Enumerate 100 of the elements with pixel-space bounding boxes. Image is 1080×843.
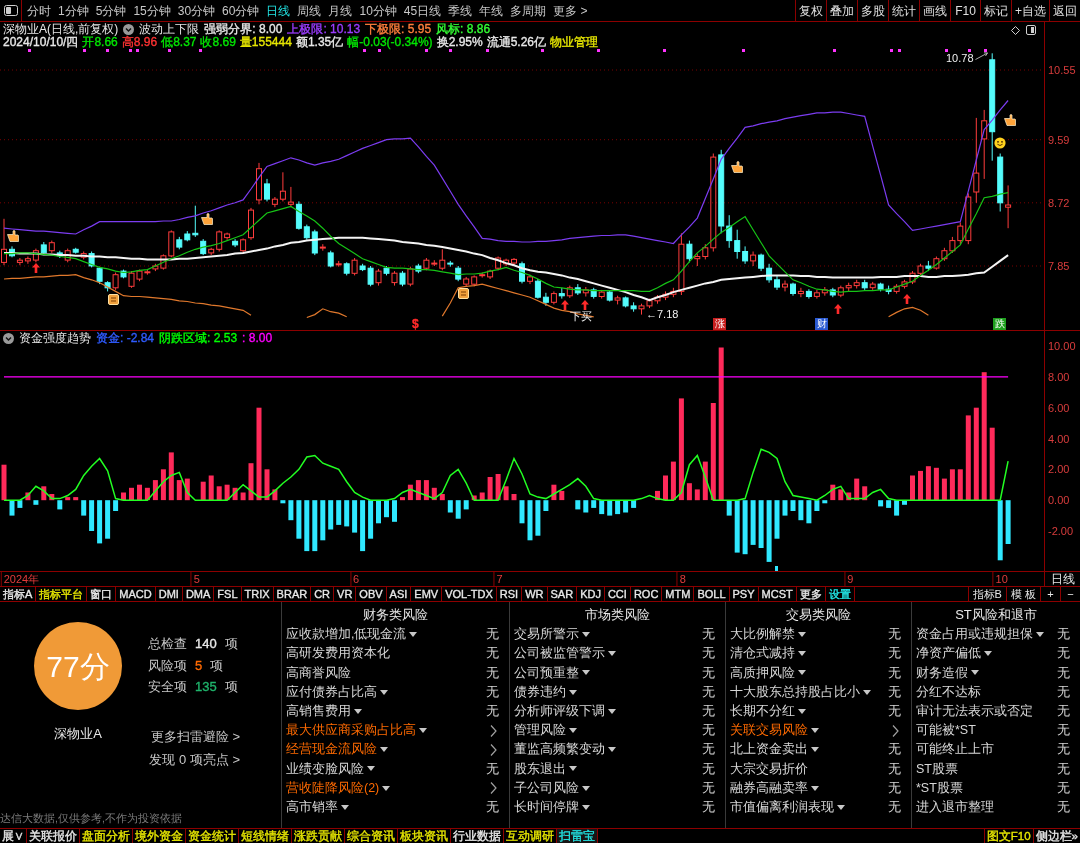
- indicator-tab[interactable]: CCI: [604, 587, 631, 601]
- risk-item-label[interactable]: 十大股东总持股占比小: [730, 682, 860, 702]
- period-tab[interactable]: 更多 >: [553, 1, 588, 20]
- risk-item-label[interactable]: 大比例解禁: [730, 625, 795, 644]
- risk-item-label[interactable]: ST股票: [916, 759, 958, 779]
- indicator-tab[interactable]: CR: [311, 587, 335, 601]
- risk-item-label[interactable]: 财务造假: [916, 663, 968, 683]
- dropdown-triangle-icon[interactable]: [582, 804, 590, 810]
- bottom-tab[interactable]: 短线情绪: [239, 829, 292, 843]
- risk-item-label[interactable]: 清仓式减持: [730, 644, 795, 664]
- risk-item-label[interactable]: 董监高频繁变动: [514, 740, 605, 760]
- dropdown-triangle-icon[interactable]: [569, 689, 577, 695]
- indicator-tab[interactable]: 更多: [796, 587, 826, 601]
- dropdown-triangle-icon[interactable]: [382, 785, 391, 791]
- risk-item-label[interactable]: 股东退出: [514, 759, 566, 779]
- indicator-tab[interactable]: ASI: [386, 587, 412, 601]
- dropdown-triangle-icon[interactable]: [798, 651, 806, 657]
- period-tab[interactable]: 周线: [297, 1, 322, 20]
- bottom-tab[interactable]: 扫雷宝: [557, 829, 598, 843]
- period-tab[interactable]: 日线: [266, 1, 291, 20]
- dropdown-triangle-icon[interactable]: [419, 728, 427, 734]
- panel-button[interactable]: −: [1060, 587, 1080, 601]
- risk-item-label[interactable]: 子公司风险: [514, 778, 579, 798]
- dropdown-icon[interactable]: [123, 23, 135, 35]
- dropdown-triangle-icon[interactable]: [582, 670, 590, 676]
- period-tab[interactable]: 季线: [448, 1, 473, 20]
- side-button[interactable]: 侧边栏»: [1032, 829, 1080, 843]
- highlights-link[interactable]: 发现 0 项亮点 >: [149, 751, 240, 768]
- risk-item-label[interactable]: 债券违约: [514, 682, 566, 702]
- risk-item-label[interactable]: 可能终止上市: [916, 740, 994, 760]
- indicator-tab[interactable]: OBV: [356, 587, 387, 601]
- risk-item-label[interactable]: 融券高融卖率: [730, 778, 808, 798]
- indicator-tab[interactable]: EMV: [411, 587, 443, 601]
- indicator-tab[interactable]: FSL: [214, 587, 242, 601]
- dropdown-triangle-icon[interactable]: [409, 632, 418, 638]
- indicator-tab[interactable]: DMA: [182, 587, 215, 601]
- indicator-tab[interactable]: DMI: [155, 587, 183, 601]
- risk-item-label[interactable]: 分析师评级下调: [514, 701, 605, 721]
- dropdown-icon[interactable]: [3, 332, 14, 344]
- panel-toggle-icon[interactable]: [1026, 25, 1036, 35]
- indicator-tab[interactable]: WR: [522, 587, 548, 601]
- period-tab[interactable]: 月线: [328, 1, 353, 20]
- chevron-right-icon[interactable]: [490, 743, 497, 756]
- risk-item-label[interactable]: 大宗交易折价: [730, 759, 808, 779]
- more-scan-link[interactable]: 更多扫雷避险 >: [150, 728, 240, 745]
- chevron-right-icon[interactable]: [490, 782, 497, 795]
- dropdown-triangle-icon[interactable]: [582, 632, 590, 638]
- dropdown-triangle-icon[interactable]: [341, 804, 349, 810]
- dropdown-triangle-icon[interactable]: [837, 804, 845, 810]
- bottom-tab[interactable]: 行业数据: [451, 829, 504, 843]
- toolbar-button[interactable]: 复权: [795, 0, 826, 21]
- period-tab[interactable]: 30分钟: [177, 1, 216, 20]
- risk-item-label[interactable]: 长时间停牌: [514, 797, 579, 817]
- dropdown-triangle-icon[interactable]: [811, 785, 819, 791]
- risk-item-label[interactable]: 高研发费用资本化: [286, 644, 390, 664]
- dropdown-triangle-icon[interactable]: [1036, 632, 1044, 638]
- toolbar-button[interactable]: 标记: [980, 0, 1011, 21]
- risk-item-label[interactable]: 高市销率: [286, 797, 338, 817]
- indicator-tab[interactable]: BOLL: [694, 587, 730, 601]
- indicator-tab[interactable]: MCST: [758, 587, 797, 601]
- risk-item-label[interactable]: 高销售费用: [286, 701, 351, 721]
- dropdown-triangle-icon[interactable]: [582, 785, 590, 791]
- indicator-tab[interactable]: 窗口: [87, 587, 117, 601]
- chevron-right-icon[interactable]: [892, 724, 899, 737]
- risk-item-label[interactable]: 净资产偏低: [916, 644, 981, 664]
- risk-item-label[interactable]: 公司预重整: [514, 663, 579, 683]
- dropdown-triangle-icon[interactable]: [971, 670, 979, 676]
- indicator-tab[interactable]: ROC: [630, 587, 663, 601]
- panel-button[interactable]: 模 板: [1005, 587, 1040, 601]
- dropdown-triangle-icon[interactable]: [569, 728, 577, 734]
- dropdown-triangle-icon[interactable]: [984, 651, 992, 657]
- dropdown-triangle-icon[interactable]: [608, 747, 616, 753]
- dropdown-triangle-icon[interactable]: [811, 747, 819, 753]
- dropdown-triangle-icon[interactable]: [608, 708, 616, 714]
- risk-item-label[interactable]: 可能被*ST: [916, 721, 976, 740]
- risk-item-label[interactable]: 北上资金卖出: [730, 740, 808, 760]
- toolbar-button[interactable]: 多股: [857, 0, 888, 21]
- dropdown-triangle-icon[interactable]: [367, 766, 375, 772]
- indicator-tab[interactable]: 设置: [825, 587, 855, 601]
- period-tab[interactable]: 1分钟: [58, 1, 89, 20]
- indicator-tab[interactable]: KDJ: [577, 587, 605, 601]
- risk-item-label[interactable]: 长期不分红: [730, 701, 795, 721]
- period-tab[interactable]: 10分钟: [359, 1, 397, 20]
- bottom-tab[interactable]: 盘面分析: [80, 829, 133, 843]
- chevron-right-icon[interactable]: [490, 724, 497, 737]
- toolbar-button[interactable]: 统计: [888, 0, 919, 21]
- risk-item-label[interactable]: 经营现金流风险: [286, 740, 377, 760]
- bottom-tab[interactable]: 板块资讯: [398, 829, 451, 843]
- toolbar-button[interactable]: F10: [950, 0, 980, 21]
- period-tab[interactable]: 年线: [479, 1, 504, 20]
- risk-item-label[interactable]: 业绩变脸风险: [286, 759, 364, 779]
- period-tab[interactable]: 45日线: [403, 1, 442, 20]
- toolbar-button[interactable]: +自选: [1011, 0, 1049, 21]
- risk-item-label[interactable]: 分红不达标: [916, 682, 981, 702]
- dropdown-triangle-icon[interactable]: [798, 708, 806, 714]
- risk-item-label[interactable]: 交易所警示: [514, 625, 579, 644]
- period-tab[interactable]: 60分钟: [222, 1, 260, 20]
- bottom-tab[interactable]: 涨跌贡献: [292, 829, 345, 843]
- dropdown-triangle-icon[interactable]: [569, 766, 577, 772]
- risk-item-label[interactable]: 最大供应商采购占比高: [286, 721, 416, 740]
